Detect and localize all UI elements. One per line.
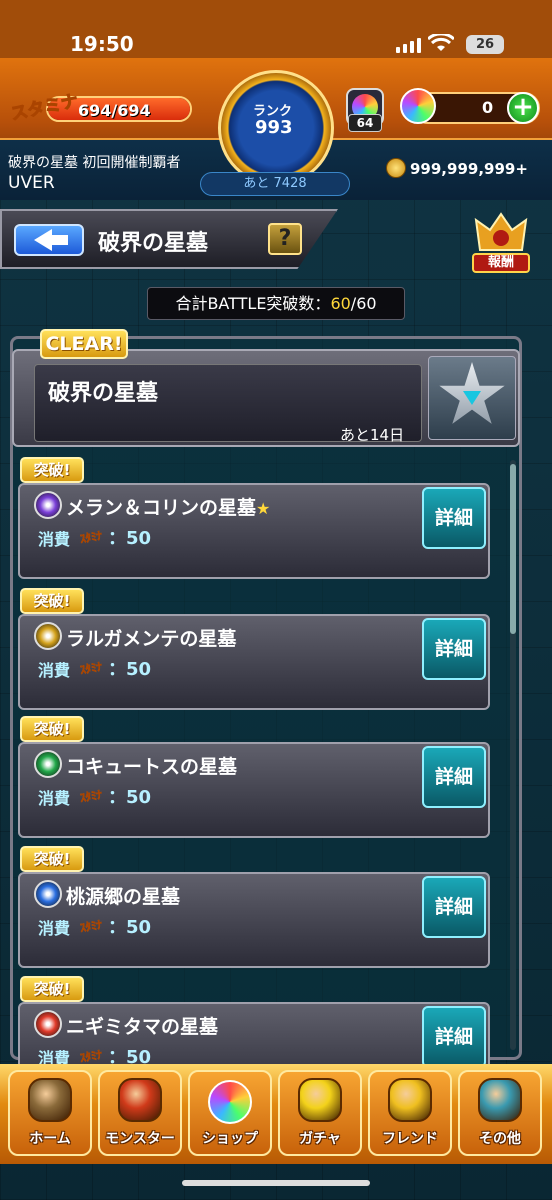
home-indicator bbox=[182, 1180, 370, 1186]
reward-label[interactable]: 報酬 bbox=[472, 253, 530, 273]
gacha-egg-icon bbox=[298, 1078, 342, 1122]
quest-name: ニギミタマの星墓 bbox=[66, 1016, 219, 1038]
element-icon bbox=[34, 1010, 62, 1038]
quest-name: 桃源郷の星墓 bbox=[66, 886, 181, 908]
player-name: UVER bbox=[8, 173, 55, 193]
orb-count: 0 bbox=[482, 98, 494, 117]
help-button[interactable]: ? bbox=[268, 223, 302, 255]
detail-button[interactable]: 詳細 bbox=[422, 876, 486, 938]
nav-label: その他 bbox=[479, 1131, 521, 1147]
quest-cost: ：50 bbox=[108, 917, 152, 938]
detail-button[interactable]: 詳細 bbox=[422, 746, 486, 808]
other-icon bbox=[478, 1078, 522, 1122]
status-time: 19:50 bbox=[70, 32, 134, 56]
break-badge: 突破! bbox=[20, 976, 84, 1002]
quest-cost: ：50 bbox=[108, 528, 152, 549]
clear-badge: CLEAR! bbox=[40, 329, 128, 359]
break-badge: 突破! bbox=[20, 716, 84, 742]
detail-button[interactable]: 詳細 bbox=[422, 487, 486, 549]
total-cleared: 60 bbox=[330, 294, 351, 313]
signal-icon bbox=[396, 38, 421, 53]
battery-indicator: 26 bbox=[466, 35, 504, 54]
break-badge: 突破! bbox=[20, 588, 84, 614]
cost-label: 消費 bbox=[38, 789, 71, 808]
quest-name: コキュートスの星墓 bbox=[66, 756, 238, 778]
page-title: 破界の星墓 bbox=[98, 231, 209, 256]
nav-label: ガチャ bbox=[299, 1131, 341, 1147]
total-max: 60 bbox=[356, 294, 377, 313]
total-battle-count: 合計BATTLE突破数：60/60 bbox=[147, 287, 405, 320]
cost-label: 消費 bbox=[38, 530, 71, 549]
back-arrow-icon bbox=[34, 229, 68, 251]
nav-label: ホーム bbox=[29, 1131, 71, 1147]
potion-count: 64 bbox=[348, 114, 382, 132]
quest-name: メラン＆コリンの星墓★ bbox=[66, 497, 271, 519]
element-icon bbox=[34, 491, 62, 519]
detail-button[interactable]: 詳細 bbox=[422, 618, 486, 680]
quest-cost: ：50 bbox=[108, 659, 152, 680]
friend-icon bbox=[388, 1078, 432, 1122]
orb-icon bbox=[400, 88, 436, 124]
event-title: 破界の星墓 bbox=[48, 381, 159, 406]
rank-value: 993 bbox=[255, 117, 293, 138]
monster-icon bbox=[118, 1078, 162, 1122]
quest-name: ラルガメンテの星墓 bbox=[66, 628, 237, 650]
back-button[interactable] bbox=[14, 224, 84, 256]
scrollbar-thumb[interactable] bbox=[510, 464, 516, 634]
coin-icon bbox=[386, 158, 406, 178]
break-badge: 突破! bbox=[20, 846, 84, 872]
rank-next-exp: あと 7428 bbox=[200, 172, 350, 196]
nav-label: モンスター bbox=[105, 1131, 175, 1147]
detail-button[interactable]: 詳細 bbox=[422, 1006, 486, 1068]
element-icon bbox=[34, 880, 62, 908]
event-remaining: あと14日 bbox=[340, 426, 405, 444]
nav-label: ショップ bbox=[202, 1131, 258, 1147]
coin-count: 999,999,999+ bbox=[410, 160, 528, 178]
element-icon bbox=[34, 750, 62, 778]
quest-cost: ：50 bbox=[108, 787, 152, 808]
cost-label: 消費 bbox=[38, 661, 71, 680]
player-title: 破界の星墓 初回開催制覇者 bbox=[8, 155, 181, 171]
home-gate-icon bbox=[28, 1078, 72, 1122]
total-label: 合計BATTLE突破数： bbox=[175, 294, 331, 313]
wifi-icon bbox=[428, 34, 454, 51]
cost-label: 消費 bbox=[38, 919, 71, 938]
rainbow-orb-icon bbox=[208, 1080, 252, 1124]
element-icon bbox=[34, 622, 62, 650]
add-orb-button[interactable]: + bbox=[507, 92, 539, 124]
break-badge: 突破! bbox=[20, 457, 84, 483]
nav-label: フレンド bbox=[382, 1131, 438, 1147]
stamina-value: 694/694 bbox=[78, 101, 151, 120]
